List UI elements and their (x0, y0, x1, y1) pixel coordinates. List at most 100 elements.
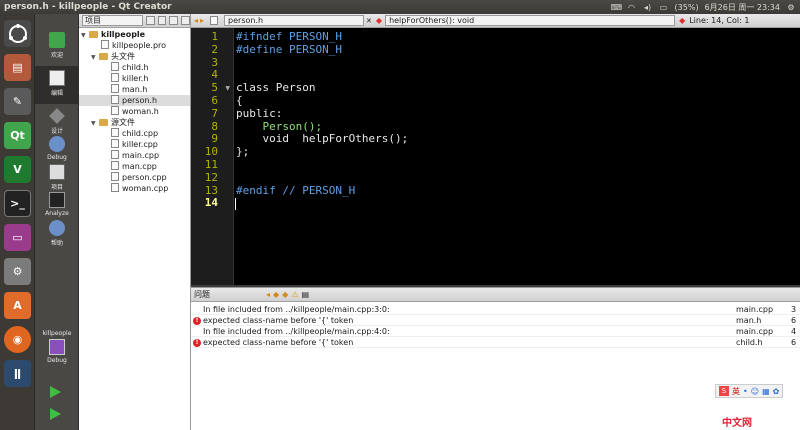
split-icon[interactable] (169, 16, 179, 25)
forward-arrow-icon[interactable]: ▸ (200, 16, 204, 25)
ime-toolbar[interactable]: S 英 • ☺ ▦ ✿ (715, 384, 784, 398)
tree-item-file-selected[interactable]: person.h (79, 95, 190, 106)
file-icon (210, 16, 219, 25)
issue-row[interactable]: ! expected class-name before '{' token m… (191, 316, 800, 326)
punctuation-icon[interactable]: • (743, 387, 748, 396)
warning-filter-icon[interactable]: ⚠ (291, 290, 298, 299)
ubuntu-dash-icon[interactable] (4, 20, 31, 47)
wifi-icon[interactable]: ◠ (627, 3, 637, 12)
tree-item-file[interactable]: killer.h (111, 73, 189, 84)
tree-item-project[interactable]: ▼ killpeople (81, 29, 189, 40)
files-icon[interactable]: ▤ (4, 54, 31, 81)
error-icon: ! (193, 339, 201, 347)
analyze-icon (49, 192, 65, 208)
issue-file: child.h (736, 338, 763, 347)
keyboard-icon[interactable]: ▦ (762, 387, 770, 396)
tree-item-file[interactable]: man.h (111, 84, 189, 95)
code-editor[interactable]: #ifndef PERSON_H #define PERSON_H class … (234, 28, 800, 285)
file-icon (111, 73, 119, 82)
software-center-icon[interactable]: A (4, 292, 31, 319)
issue-message: expected class-name before '{' token (203, 316, 354, 325)
system-indicators: ⌨ ◠ ◂) ▭ (35%) 6月26日 周一 23:34 ⚙ (611, 0, 796, 14)
tree-item-file[interactable]: child.cpp (111, 128, 189, 139)
cursor-position[interactable]: Line: 14, Col: 1 (689, 16, 749, 25)
vim-icon[interactable]: V (4, 156, 31, 183)
issue-line: 4 (791, 327, 797, 336)
tree-item-file[interactable]: person.cpp (111, 172, 189, 183)
tree-item-file[interactable]: killer.cpp (111, 139, 189, 150)
tree-item-file[interactable]: main.cpp (111, 150, 189, 161)
back-arrow-icon[interactable]: ◂ (194, 16, 198, 25)
ime-mode[interactable]: 英 (732, 386, 740, 397)
kit-selector[interactable]: killpeople Debug (35, 326, 79, 372)
issue-file: main.cpp (736, 305, 774, 314)
watermark: 中文网 (722, 418, 752, 429)
symbol-combo[interactable]: helpForOthers(): void (385, 15, 676, 26)
mode-welcome[interactable]: 欢迎 (35, 28, 79, 66)
fold-arrow-icon[interactable]: ▼ (225, 85, 230, 92)
battery-percent[interactable]: (35%) (675, 3, 699, 12)
issues-title: 问题 (194, 290, 210, 299)
file-icon (111, 106, 119, 115)
filter-issues-icon[interactable]: ◆ (273, 290, 279, 299)
clear-icon[interactable]: ▤ (302, 290, 310, 299)
qt-creator-icon[interactable]: Qt (4, 122, 31, 149)
tree-item-file[interactable]: woman.cpp (111, 183, 189, 194)
issue-row[interactable]: In file included from ../killpeople/main… (191, 327, 800, 337)
input-method-icon[interactable]: ⌨ (611, 3, 623, 12)
issues-pane: 问题 ◂ ◆ ◆ ⚠ ▤ In file included from ../ki… (191, 287, 800, 430)
editor-toolbar: ◂ ▸ person.h ✕ ◆ helpForOthers(): void ◆… (191, 14, 800, 28)
app-pen-icon[interactable]: ǁ (4, 360, 31, 387)
issue-file: main.cpp (736, 327, 774, 336)
issue-message: expected class-name before '{' token (203, 338, 354, 347)
line-number: 6 (211, 94, 218, 107)
encoding-icon: ◆ (679, 16, 686, 25)
line-number: 2 (211, 42, 218, 56)
issue-row[interactable]: ! expected class-name before '{' token c… (191, 338, 800, 348)
emoji-icon[interactable]: ☺ (751, 387, 759, 396)
expand-arrow-icon[interactable]: ▼ (81, 30, 89, 41)
folder-icon (99, 53, 108, 60)
text-editor-icon[interactable]: ✎ (4, 88, 31, 115)
kit-project: killpeople (42, 330, 72, 337)
code-line: #define PERSON_H (236, 42, 342, 56)
power-icon[interactable]: ⚙ (786, 3, 796, 12)
tree-item-file[interactable]: child.h (111, 62, 189, 73)
next-issue-icon[interactable]: ◆ (282, 290, 288, 299)
tree-item-file[interactable]: woman.h (111, 106, 189, 117)
run-icon[interactable] (50, 386, 61, 398)
filter-icon[interactable] (145, 16, 155, 25)
line-number: 11 (204, 158, 218, 171)
firefox-icon[interactable]: ◉ (4, 326, 31, 353)
text-cursor (235, 198, 236, 210)
battery-icon[interactable]: ▭ (659, 3, 669, 12)
tree-item-file[interactable]: killpeople.pro (101, 40, 189, 51)
unity-launcher: ▤ ✎ Qt V >_ ▭ ⚙ A ◉ ǁ (0, 14, 35, 430)
volume-icon[interactable]: ◂) (643, 3, 653, 12)
open-documents-combo[interactable]: person.h (224, 15, 365, 26)
project-pane: 项目 ▼ killpeople killpeople.pro ▼ 头文件 child… (79, 14, 191, 430)
view-selector[interactable]: 项目 (82, 15, 143, 26)
issue-line: 3 (791, 305, 797, 314)
app-icon[interactable]: ▭ (4, 224, 31, 251)
terminal-icon[interactable]: >_ (4, 190, 31, 217)
kit-mode: Debug (47, 357, 67, 364)
tree-item-folder[interactable]: ▼ 源文件 (91, 117, 189, 128)
clock[interactable]: 6月26日 周一 23:34 (705, 2, 780, 13)
settings-icon[interactable]: ⚙ (4, 258, 31, 285)
expand-arrow-icon[interactable]: ▼ (91, 118, 99, 129)
tree-item-folder[interactable]: ▼ 头文件 (91, 51, 189, 62)
close-icon[interactable] (181, 16, 191, 25)
issue-row[interactable]: In file included from ../killpeople/main… (191, 305, 800, 315)
expand-arrow-icon[interactable]: ▼ (91, 52, 99, 63)
tree-item-file[interactable]: man.cpp (111, 161, 189, 172)
skin-icon[interactable]: ✿ (773, 387, 780, 396)
mode-help[interactable]: 帮助 (35, 216, 79, 254)
link-icon[interactable] (157, 16, 167, 25)
prev-issue-icon[interactable]: ◂ (266, 290, 270, 299)
close-doc-icon[interactable]: ✕ (366, 17, 372, 25)
mode-edit[interactable]: 编辑 (35, 66, 79, 104)
debug-run-icon[interactable] (50, 408, 61, 420)
line-number: 12 (204, 170, 218, 184)
code-line: void helpForOthers(); (236, 132, 409, 146)
